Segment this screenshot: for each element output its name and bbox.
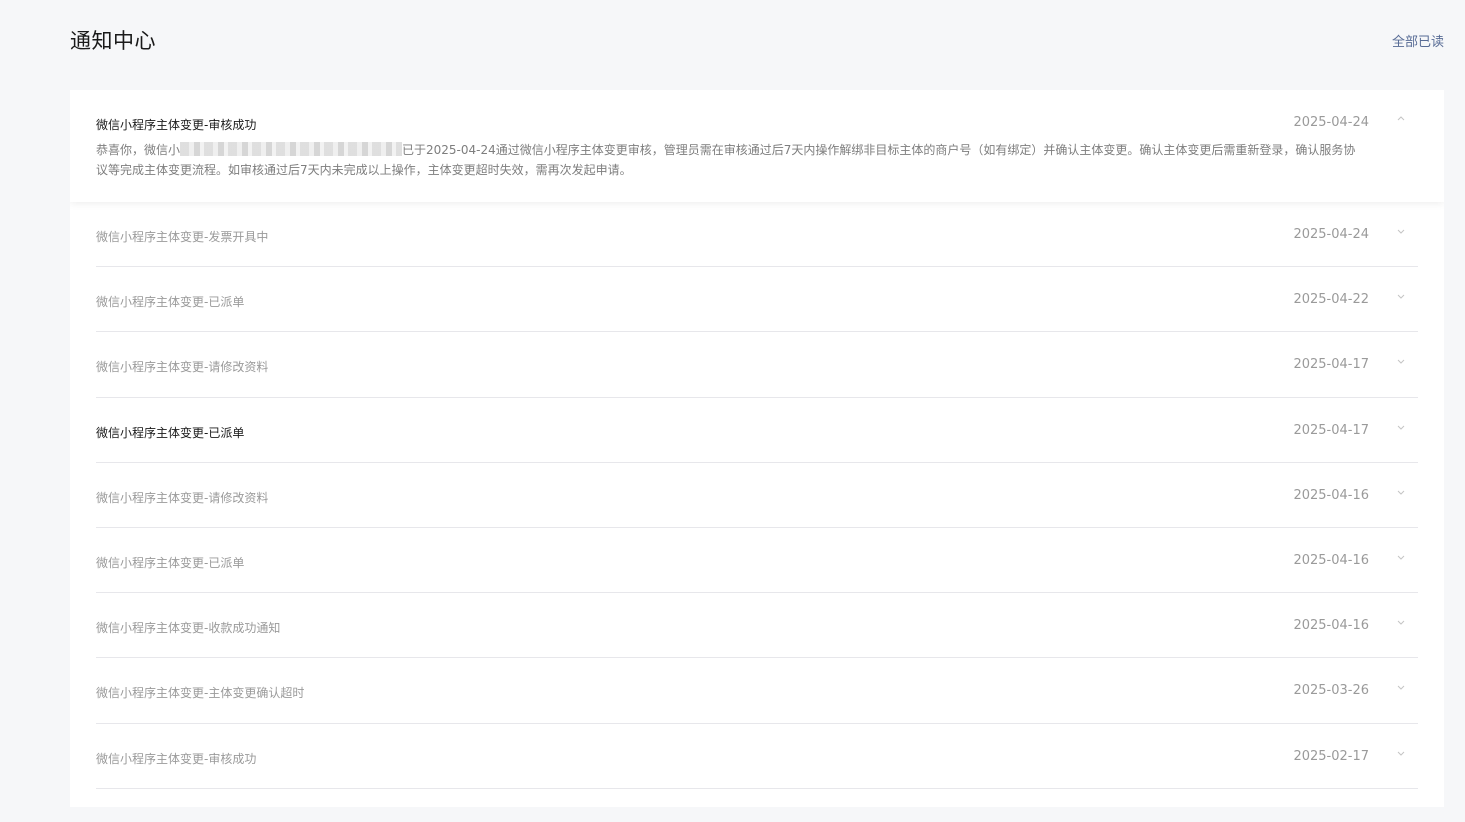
notification-title: 微信小程序主体变更-已派单 [96,295,245,310]
notification-date: 2025-02-17 [1293,748,1369,764]
chevron-down-icon[interactable] [1396,552,1406,562]
notification-item[interactable]: 微信小程序主体变更-请修改资料 2025-04-17 [96,332,1418,398]
notification-body-prefix: 恭喜你，微信小 [96,143,181,157]
notification-date: 2025-04-16 [1293,487,1369,503]
notification-date: 2025-04-24 [1293,227,1369,242]
chevron-down-icon[interactable] [1396,356,1406,366]
chevron-down-icon[interactable] [1396,617,1406,627]
notification-date: 2025-04-24 [1293,115,1369,130]
notification-item[interactable]: 微信小程序主体变更-审核成功 2025-04-24 恭喜你，微信小 已于2025-… [70,90,1444,202]
notification-date: 2025-04-22 [1293,292,1369,308]
notification-item[interactable]: 微信小程序主体变更-已派单 2025-04-22 [96,267,1418,333]
notification-title: 微信小程序主体变更-主体变更确认超时 [96,686,305,701]
notification-date: 2025-04-17 [1293,357,1369,373]
chevron-down-icon[interactable] [1396,487,1406,497]
notification-title: 微信小程序主体变更-审核成功 [96,751,257,766]
page-title: 通知中心 [70,29,156,53]
notification-title: 微信小程序主体变更-审核成功 [96,118,257,132]
notification-item[interactable]: 微信小程序主体变更-发票开具中 2025-04-24 [96,202,1418,268]
redacted-name-block [180,142,403,156]
notification-title: 微信小程序主体变更-已派单 [96,425,245,440]
notification-list: 微信小程序主体变更-审核成功 2025-04-24 恭喜你，微信小 已于2025-… [70,90,1444,807]
page-header: 通知中心 全部已读 [70,24,1444,56]
notification-item[interactable]: 微信小程序主体变更-审核成功 2025-02-17 [96,724,1418,789]
notification-date: 2025-04-16 [1293,618,1369,634]
notification-title: 微信小程序主体变更-请修改资料 [96,360,269,375]
notification-body: 恭喜你，微信小 已于2025-04-24通过微信小程序主体变更审核，管理员需在审核… [96,140,1360,180]
chevron-down-icon[interactable] [1396,682,1406,692]
notification-item[interactable]: 微信小程序主体变更-请修改资料 2025-04-16 [96,463,1418,528]
chevron-up-icon[interactable] [1396,114,1406,124]
chevron-down-icon[interactable] [1396,748,1406,758]
mark-all-read-link[interactable]: 全部已读 [1392,31,1444,50]
notification-center-page: 通知中心 全部已读 微信小程序主体变更-审核成功 2025-04-24 恭喜你，… [0,0,1465,822]
notification-title: 微信小程序主体变更-已派单 [96,555,245,570]
notification-date: 2025-04-17 [1293,422,1369,438]
notification-title: 微信小程序主体变更-发票开具中 [96,230,269,244]
notification-date: 2025-03-26 [1293,683,1369,699]
notification-item[interactable]: 微信小程序主体变更-已派单 2025-04-16 [96,528,1418,594]
notification-item[interactable]: 微信小程序主体变更-收款成功通知 2025-04-16 [96,593,1418,659]
notification-title: 微信小程序主体变更-请修改资料 [96,490,269,505]
notification-title: 微信小程序主体变更-收款成功通知 [96,621,281,636]
chevron-down-icon[interactable] [1396,422,1406,432]
notification-item[interactable]: 微信小程序主体变更-主体变更确认超时 2025-03-26 [96,658,1418,724]
notification-date: 2025-04-16 [1293,552,1369,568]
chevron-down-icon[interactable] [1396,226,1406,236]
chevron-down-icon[interactable] [1396,291,1406,301]
notification-item[interactable]: 微信小程序主体变更-已派单 2025-04-17 [96,398,1418,463]
